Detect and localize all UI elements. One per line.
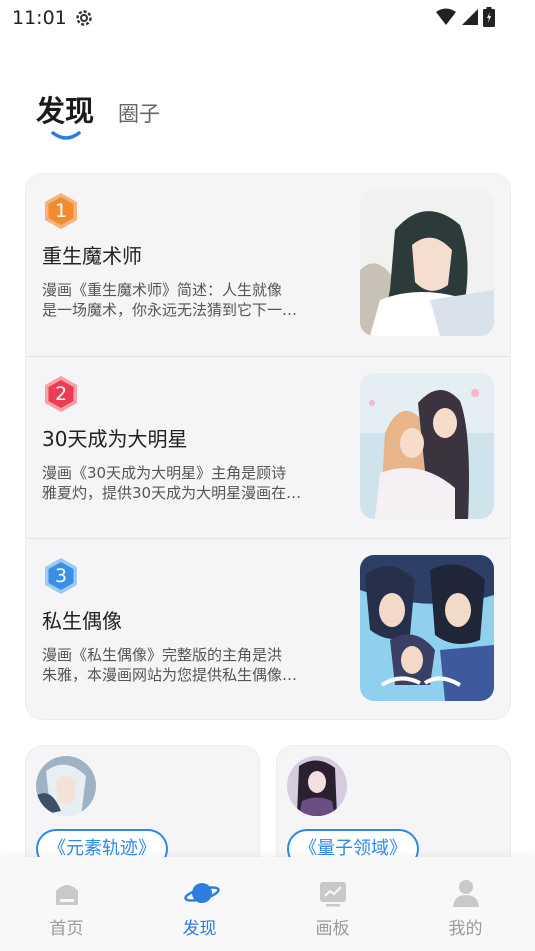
- status-bar: 11:01: [0, 0, 535, 38]
- comic-title: 私生偶像: [42, 609, 122, 633]
- nav-home[interactable]: 首页: [0, 857, 133, 951]
- comic-description: 漫画《30天成为大明星》主角是顾诗 雅夏灼，提供30天成为大明星漫画在…: [42, 464, 302, 502]
- ranking-item[interactable]: 3 私生偶像 漫画《私生偶像》完整版的主角是洪 朱雅，本漫画网站为您提供私生偶像…: [26, 538, 510, 719]
- rank-badge: 3: [42, 557, 80, 595]
- comic-description: 漫画《重生魔术师》简述：人生就像 是一场魔术，你永远无法猜到它下一…: [42, 281, 298, 319]
- ranking-item[interactable]: 2 30天成为大明星 漫画《30天成为大明星》主角是顾诗 雅夏灼，提供30天成为…: [26, 356, 510, 539]
- wifi-icon: [435, 8, 457, 30]
- tab-circle[interactable]: 圈子: [118, 98, 160, 128]
- status-time: 11:01: [12, 7, 67, 29]
- comic-cover-image[interactable]: [360, 190, 494, 336]
- comic-title: 重生魔术师: [42, 244, 142, 268]
- comic-title: 30天成为大明星: [42, 427, 188, 451]
- nav-discover[interactable]: 发现: [133, 857, 266, 951]
- rank-badge: 2: [42, 375, 80, 413]
- circle-avatar: [36, 756, 96, 816]
- board-icon: [317, 877, 349, 909]
- comic-cover-image[interactable]: [360, 373, 494, 519]
- nav-mine[interactable]: 我的: [399, 857, 532, 951]
- tab-discover[interactable]: 发现: [36, 88, 94, 130]
- battery-icon: [483, 7, 495, 31]
- nav-board[interactable]: 画板: [266, 857, 399, 951]
- comic-cover-image[interactable]: [360, 555, 494, 701]
- signal-icon: [461, 8, 479, 30]
- settings-gear-icon: [74, 8, 94, 32]
- ranking-item[interactable]: 1 重生魔术师 漫画《重生魔术师》简述：人生就像 是一场魔术，你永远无法猜到它下…: [26, 174, 510, 356]
- home-icon: [51, 877, 83, 909]
- rank-badge: 1: [42, 192, 80, 230]
- comic-description: 漫画《私生偶像》完整版的主角是洪 朱雅，本漫画网站为您提供私生偶像…: [42, 646, 298, 684]
- tab-active-indicator: [51, 126, 81, 145]
- bottom-navigation: 首页 发现 画板 我的: [0, 857, 535, 951]
- user-icon: [450, 877, 482, 909]
- planet-icon: [183, 877, 220, 909]
- ranking-card: 1 重生魔术师 漫画《重生魔术师》简述：人生就像 是一场魔术，你永远无法猜到它下…: [25, 173, 511, 720]
- circle-avatar: [287, 756, 347, 816]
